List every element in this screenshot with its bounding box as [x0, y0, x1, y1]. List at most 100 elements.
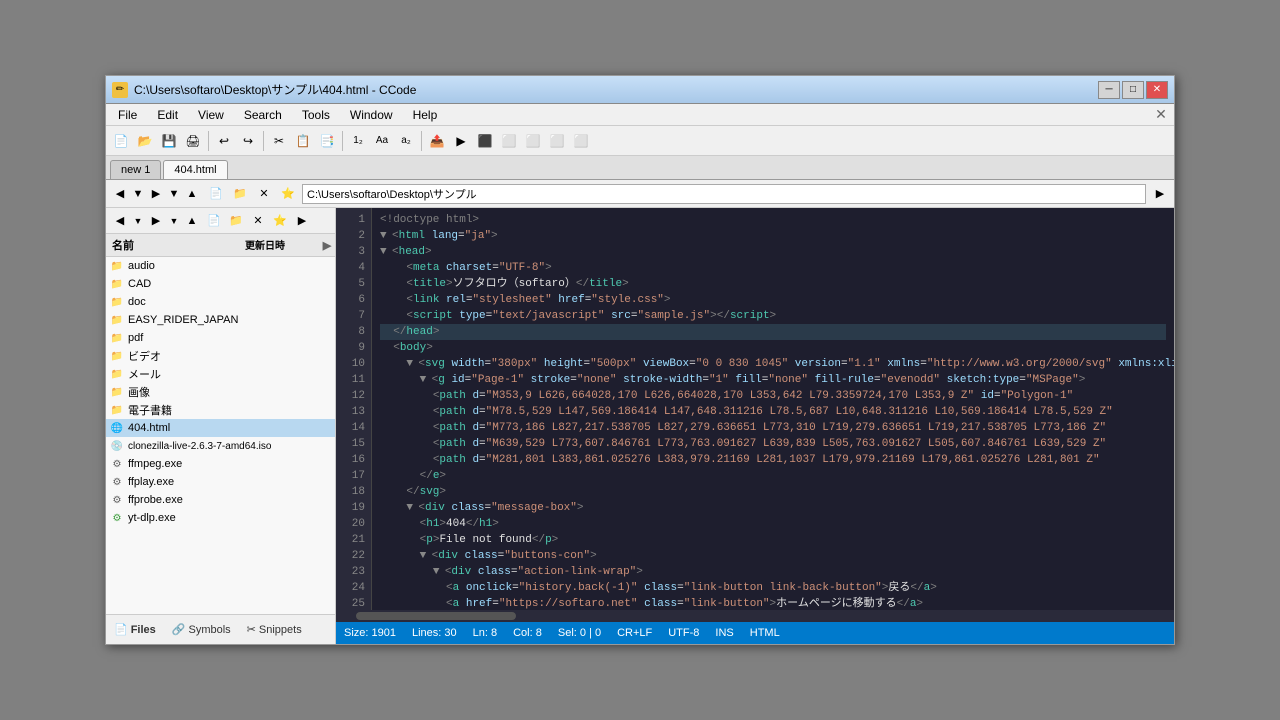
sidebar-new-file-button[interactable]: 📄 [204, 211, 224, 231]
list-item[interactable]: 💿 clonezilla-live-2.6.3-7-amd64.iso [106, 437, 335, 455]
list-item[interactable]: 📁 メール [106, 365, 335, 383]
save-button[interactable]: 💾 [158, 130, 180, 152]
folder-icon: 📁 [110, 331, 124, 345]
status-ln: Ln: 8 [473, 627, 497, 639]
fullscreen-button[interactable]: ⬜ [570, 130, 592, 152]
case-button[interactable]: Aa [371, 130, 393, 152]
go-button[interactable]: ▶ [1150, 184, 1170, 204]
sidebar-tab-symbols[interactable]: 🔗 Symbols [172, 623, 231, 636]
print-button[interactable]: 🖨 [182, 130, 204, 152]
paste-button[interactable]: 📑 [316, 130, 338, 152]
line-num: 5 [336, 276, 365, 292]
forward-dropdown-button[interactable]: ▼ [167, 184, 181, 204]
status-encoding[interactable]: UTF-8 [668, 627, 699, 639]
status-lang[interactable]: HTML [750, 627, 780, 639]
list-item[interactable]: 📁 audio [106, 257, 335, 275]
file-name: ffmpeg.exe [128, 458, 331, 470]
file-name: pdf [128, 332, 331, 344]
list-item[interactable]: 📁 電子書籍 [106, 401, 335, 419]
file-name: doc [128, 296, 331, 308]
back-button[interactable]: ◀ [110, 184, 130, 204]
menu-tools[interactable]: Tools [294, 106, 338, 124]
horizontal-scrollbar[interactable] [336, 610, 1174, 622]
new-folder-addr-button[interactable]: 📁 [230, 184, 250, 204]
folder-icon: 📁 [110, 367, 124, 381]
up-button[interactable]: ▲ [182, 184, 202, 204]
list-item[interactable]: 📁 画像 [106, 383, 335, 401]
terminal-button[interactable]: ⬛ [474, 130, 496, 152]
code-line: <a href="https://softaro.net" class="lin… [380, 596, 1166, 610]
split-v-button[interactable]: ⬜ [522, 130, 544, 152]
list-item[interactable]: ⚙ ffplay.exe [106, 473, 335, 491]
title-bar: ✏ C:\Users\softaro\Desktop\サンプル\404.html… [106, 76, 1174, 104]
folder-icon: 📁 [110, 295, 124, 309]
sidebar-forward-dropdown-button[interactable]: ▼ [168, 211, 180, 231]
close-panel-button[interactable]: ✕ [1152, 106, 1170, 124]
menu-edit[interactable]: Edit [149, 106, 186, 124]
sidebar-tab-snippets[interactable]: ✂ Snippets [247, 623, 302, 636]
list-item[interactable]: ⚙ yt-dlp.exe [106, 509, 335, 527]
symbols-tab-label: Symbols [188, 624, 230, 636]
bookmark-addr-button[interactable]: ⭐ [278, 184, 298, 204]
list-item[interactable]: 📁 ビデオ [106, 347, 335, 365]
sidebar-expand-icon[interactable]: ▶ [319, 234, 335, 256]
undo-button[interactable]: ↩ [213, 130, 235, 152]
upload-button[interactable]: 📤 [426, 130, 448, 152]
redo-button[interactable]: ↪ [237, 130, 259, 152]
list-item[interactable]: 📁 doc [106, 293, 335, 311]
code-line: </svg> [380, 484, 1166, 500]
code-editor[interactable]: 1 2 3 4 5 6 7 8 9 10 11 12 13 14 15 16 1 [336, 208, 1174, 610]
maximize-button[interactable]: □ [1122, 81, 1144, 99]
list-item[interactable]: 📁 pdf [106, 329, 335, 347]
sidebar-back-dropdown-button[interactable]: ▼ [132, 211, 144, 231]
wrap-button[interactable]: ⬜ [546, 130, 568, 152]
minimize-button[interactable]: ─ [1098, 81, 1120, 99]
code-lines[interactable]: <!doctype html> ▼<html lang="ja"> ▼<head… [372, 208, 1174, 610]
code-line: ▼<div class="message-box"> [380, 500, 1166, 516]
menu-window[interactable]: Window [342, 106, 401, 124]
back-dropdown-button[interactable]: ▼ [131, 184, 145, 204]
sidebar-go-button[interactable]: ▶ [292, 211, 312, 231]
file-name: 電子書籍 [128, 402, 331, 418]
tabs-bar: new 1 404.html [106, 156, 1174, 180]
address-input[interactable] [302, 184, 1146, 204]
symbols-icon: 🔗 [172, 623, 186, 636]
tab-404html[interactable]: 404.html [163, 160, 227, 179]
format-button[interactable]: a₂ [395, 130, 417, 152]
line-number-button[interactable]: 1₂ [347, 130, 369, 152]
sidebar-back-button[interactable]: ◀ [110, 211, 130, 231]
split-h-button[interactable]: ⬜ [498, 130, 520, 152]
list-item[interactable]: ⚙ ffmpeg.exe [106, 455, 335, 473]
scrollbar-thumb[interactable] [356, 612, 516, 620]
sidebar-forward-button[interactable]: ▶ [146, 211, 166, 231]
status-lines: Lines: 30 [412, 627, 457, 639]
new-file-button[interactable]: 📄 [110, 130, 132, 152]
sidebar-bookmark-button[interactable]: ⭐ [270, 211, 290, 231]
line-num: 9 [336, 340, 365, 356]
copy-button[interactable]: 📋 [292, 130, 314, 152]
cut-button[interactable]: ✂ [268, 130, 290, 152]
list-item[interactable]: 📁 CAD [106, 275, 335, 293]
status-line-ending[interactable]: CR+LF [617, 627, 652, 639]
sidebar-tab-files[interactable]: 📄 Files [114, 623, 156, 636]
sidebar-delete-button[interactable]: ✕ [248, 211, 268, 231]
sidebar-name-header: 名前 [106, 234, 239, 256]
delete-addr-button[interactable]: ✕ [254, 184, 274, 204]
tab-new1[interactable]: new 1 [110, 160, 161, 179]
sidebar-new-folder-button[interactable]: 📁 [226, 211, 246, 231]
forward-button[interactable]: ▶ [146, 184, 166, 204]
list-item[interactable]: 🌐 404.html [106, 419, 335, 437]
menu-view[interactable]: View [190, 106, 232, 124]
close-button[interactable]: ✕ [1146, 81, 1168, 99]
menu-help[interactable]: Help [405, 106, 446, 124]
sidebar-up-button[interactable]: ▲ [182, 211, 202, 231]
open-button[interactable]: 📂 [134, 130, 156, 152]
code-line: <path d="M773,186 L827,217.538705 L827,2… [380, 420, 1166, 436]
new-file-addr-button[interactable]: 📄 [206, 184, 226, 204]
menu-file[interactable]: File [110, 106, 145, 124]
list-item[interactable]: ⚙ ffprobe.exe [106, 491, 335, 509]
file-name: ffprobe.exe [128, 494, 331, 506]
menu-search[interactable]: Search [236, 106, 290, 124]
run-button[interactable]: ▶ [450, 130, 472, 152]
list-item[interactable]: 📁 EASY_RIDER_JAPAN [106, 311, 335, 329]
